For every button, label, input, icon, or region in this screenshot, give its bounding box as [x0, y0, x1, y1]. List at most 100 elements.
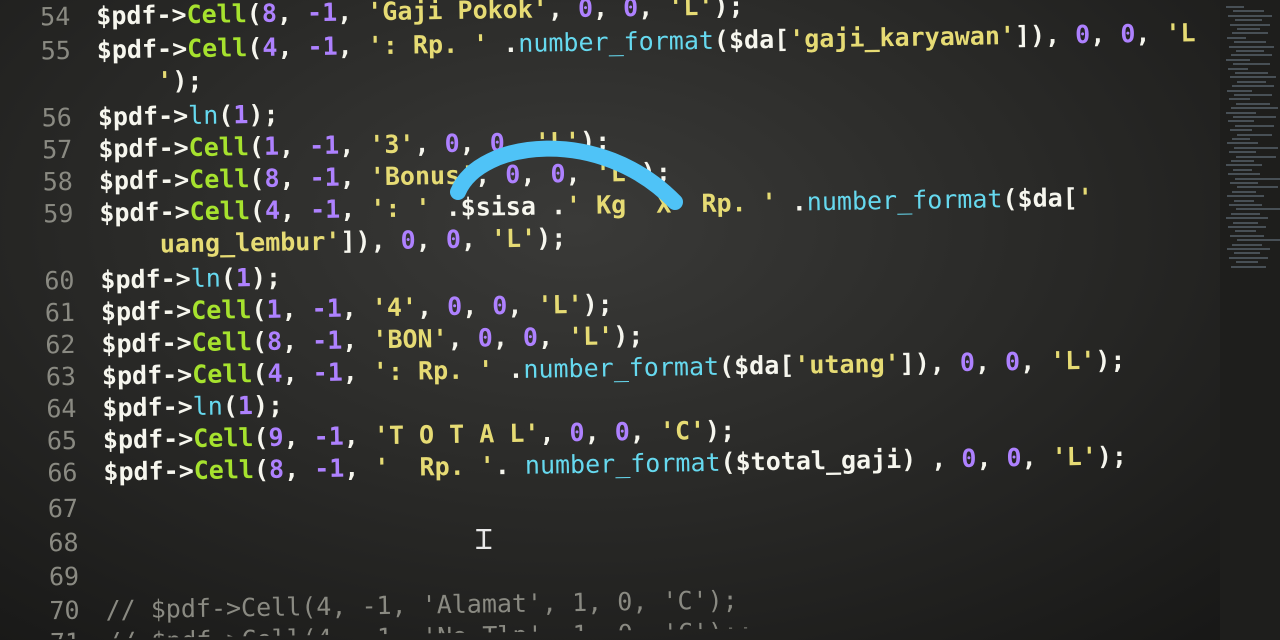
code-token: 'L' [1049, 345, 1096, 376]
code-token: , [276, 0, 308, 28]
minimap-line [1231, 212, 1260, 215]
code-token: . [776, 187, 808, 217]
code-token: 0 [492, 291, 508, 321]
code-token: ); [1096, 441, 1128, 471]
code-token: $pdf [99, 197, 160, 228]
code-token: ( [246, 0, 263, 29]
code-line[interactable]: 55 $pdf->Cell(4, -1, ': Rp. ' .number_for… [1, 18, 1195, 68]
minimap-line [1235, 177, 1280, 180]
code-token: , [976, 443, 1007, 473]
code-token: , [282, 358, 313, 388]
code-line[interactable]: 61 $pdf->Cell(1, -1, '4', 0, 0, 'L'); [5, 289, 613, 330]
code-line[interactable]: 57 $pdf->Cell(1, -1, '3', 0, 0, 'L'); [2, 126, 610, 167]
code-token: Cell [186, 33, 248, 64]
minimap-line [1230, 76, 1276, 79]
code-token: number_format [524, 447, 721, 480]
code-token: 'L' [1051, 441, 1098, 472]
code-line[interactable]: 69 [9, 562, 80, 594]
code-line[interactable]: 54 $pdf->Cell(8, -1, 'Gaji Pokok', 0, 0, … [0, 0, 744, 34]
code-token: 8 [266, 326, 283, 356]
code-line[interactable]: 63 $pdf->Cell(4, -1, ': Rp. ' .number_for… [6, 345, 1126, 394]
code-line[interactable]: 60 $pdf->ln(1); [4, 263, 281, 298]
minimap-line [1234, 94, 1272, 96]
code-token: , [338, 130, 370, 160]
code-token: ( [222, 391, 239, 421]
minimap-line [1234, 199, 1254, 202]
minimap-line [1235, 230, 1256, 233]
code-token: -> [156, 34, 188, 64]
code-token: , [339, 162, 371, 192]
code-token: 'utang' [794, 348, 900, 380]
minimap-line [1228, 226, 1266, 228]
code-line[interactable]: 56 $pdf->ln(1); [2, 100, 279, 135]
code-token: 0 [622, 0, 639, 23]
minimap[interactable] [1220, 0, 1280, 640]
code-text: '); [157, 65, 203, 98]
code-token: , [1089, 19, 1121, 49]
code-line[interactable]: 71// $pdf->Cell(4, -1, 'No Tlp', 1, 0, '… [10, 617, 754, 640]
code-token: ); [248, 99, 279, 130]
code-token: , [277, 32, 308, 62]
code-token: ]), [1014, 20, 1076, 51]
code-editor[interactable]: 54 $pdf->Cell(8, -1, 'Gaji Pokok', 0, 0, … [0, 0, 1225, 640]
code-token: -1 [308, 130, 340, 161]
code-token: 'L' [668, 0, 714, 22]
code-line[interactable]: uang_lembur']), 0, 0, 'L'); [4, 223, 567, 263]
code-line[interactable]: '); [1, 66, 203, 100]
code-token: 'Bonus' [369, 160, 476, 192]
minimap-line [1233, 168, 1252, 171]
code-token: ); [612, 320, 644, 351]
code-token: ( [248, 131, 265, 162]
code-token: $total_gaji [735, 444, 902, 477]
code-token: 0 [961, 443, 977, 473]
code-token: ); [713, 0, 744, 21]
minimap-line [1232, 32, 1268, 35]
minimap-line [1233, 116, 1276, 118]
minimap-line [1226, 164, 1262, 167]
code-token: , [337, 31, 368, 61]
code-line[interactable]: 67 [8, 494, 79, 526]
minimap-line [1229, 204, 1262, 206]
code-token: Cell [193, 455, 255, 486]
code-line[interactable]: 62 $pdf->Cell(8, -1, 'BON', 0, 0, 'L'); [5, 321, 643, 362]
code-token: number_format [518, 25, 715, 58]
code-line[interactable]: 64 $pdf->ln(1); [6, 391, 283, 426]
code-token: 1 [237, 391, 254, 421]
code-line[interactable]: 70// $pdf->Cell(4, -1, 'Alamat', 1, 0, '… [9, 585, 738, 628]
minimap-line [1230, 23, 1270, 26]
code-token: , [341, 293, 373, 323]
code-token: , [520, 159, 551, 189]
code-token: -1 [311, 293, 343, 324]
minimap-line [1232, 190, 1256, 193]
code-token: $pdf [98, 165, 160, 196]
code-token: -> [161, 360, 193, 390]
code-token: [ [773, 24, 790, 54]
code-line[interactable]: 58 $pdf->Cell(8, -1, 'Bonus', 0, 0, 'L'); [3, 157, 672, 199]
code-token: , [279, 195, 311, 225]
code-line[interactable]: 65 $pdf->Cell(9, -1, 'T O T A L', 0, 0, '… [7, 416, 736, 458]
line-number: 61 [44, 297, 76, 328]
code-token: 0 [550, 159, 566, 189]
code-token: , [565, 158, 596, 189]
minimap-line [1226, 111, 1256, 114]
minimap-line [1228, 67, 1248, 70]
line-number: 71 [30, 627, 81, 640]
minimap-line [1228, 14, 1272, 17]
line-number: 63 [45, 361, 77, 392]
code-token: ( [253, 422, 269, 453]
code-token: -> [157, 101, 189, 131]
code-token: Cell [193, 423, 254, 454]
code-line[interactable]: 68 [8, 528, 79, 560]
code-token: $pdf [102, 392, 163, 423]
code-token: ( [218, 100, 234, 130]
code-token: , [416, 292, 448, 322]
code-line[interactable]: 59 $pdf->Cell(4, -1, ': ' .$sisa .' Kg X … [3, 183, 1093, 231]
code-line[interactable]: 66 $pdf->Cell(8, -1, ' Rp. '. number_form… [7, 441, 1127, 490]
code-token: ); [579, 126, 611, 156]
code-token: , [281, 294, 312, 324]
minimap-line [1233, 63, 1270, 66]
code-token: ); [172, 65, 203, 96]
code-token: , [281, 326, 313, 356]
code-token: 0 [614, 417, 631, 447]
code-token: ': Rp. ' [367, 29, 489, 61]
